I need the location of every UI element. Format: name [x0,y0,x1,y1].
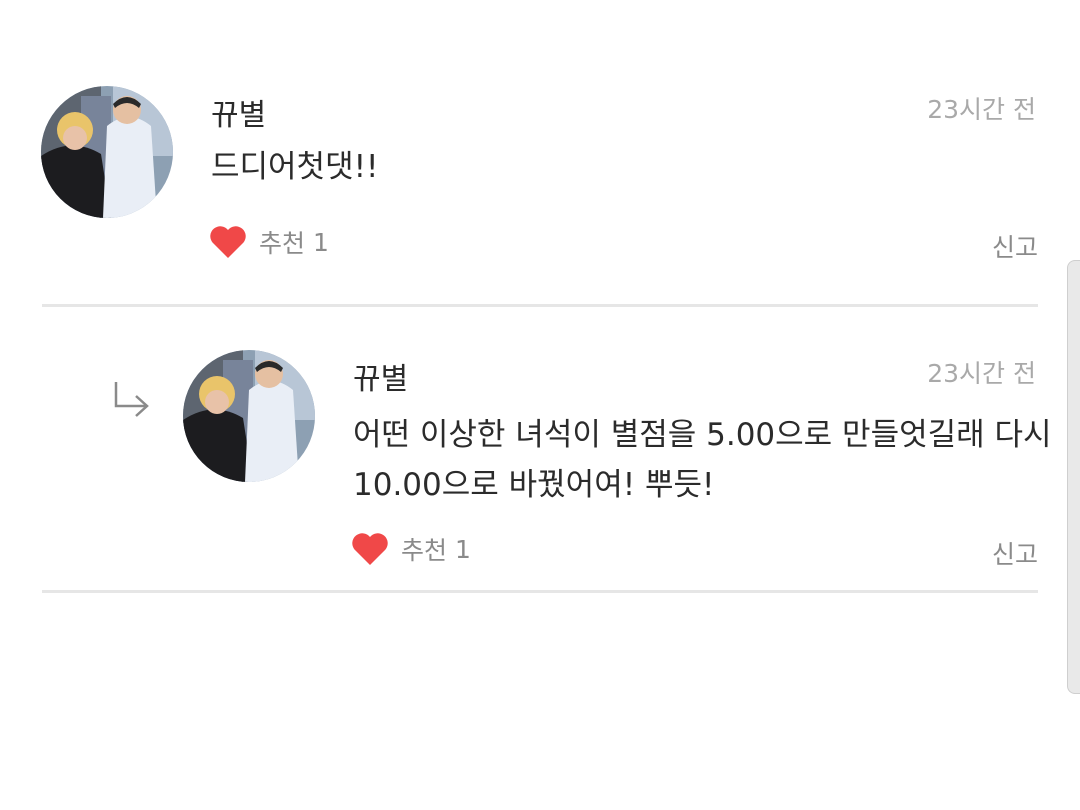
report-button[interactable]: 신고 [992,535,1038,571]
comment-text-line: 10.00으로 바꿨어여! 뿌듯! [353,467,715,503]
reply-arrow-icon [114,382,149,417]
divider [42,304,1038,307]
comment-text-line: 어떤 이상한 녀석이 별점을 5.00으로 만들엇길래 다시 [353,417,1052,453]
divider [42,590,1038,593]
comment-text-line: 드디어첫댓!! [211,149,379,185]
scrollbar[interactable] [1067,260,1080,694]
like-button[interactable]: 추천 1 [209,224,329,260]
like-count: 1 [455,534,471,564]
avatar[interactable] [183,350,315,482]
heart-icon [210,226,246,258]
comment-text: 어떤 이상한 녀석이 별점을 5.00으로 만들엇길래 다시 10.00으로 바… [353,410,1052,510]
comment-author[interactable]: 뀨별 [353,354,408,398]
like-button[interactable]: 추천 1 [351,531,471,567]
heart-icon [352,533,388,565]
like-label: 추천 [401,536,448,565]
like-count: 1 [313,227,329,257]
like-label: 추천 [259,229,306,258]
comment-text: 드디어첫댓!! [211,142,378,192]
comment-time: 23시간 전 [927,359,1036,388]
comment-author[interactable]: 뀨별 [211,90,266,134]
avatar[interactable] [41,86,173,218]
report-button[interactable]: 신고 [992,228,1038,264]
comment-time: 23시간 전 [927,95,1036,124]
avatar-photo [183,350,315,482]
avatar-photo [41,86,173,218]
